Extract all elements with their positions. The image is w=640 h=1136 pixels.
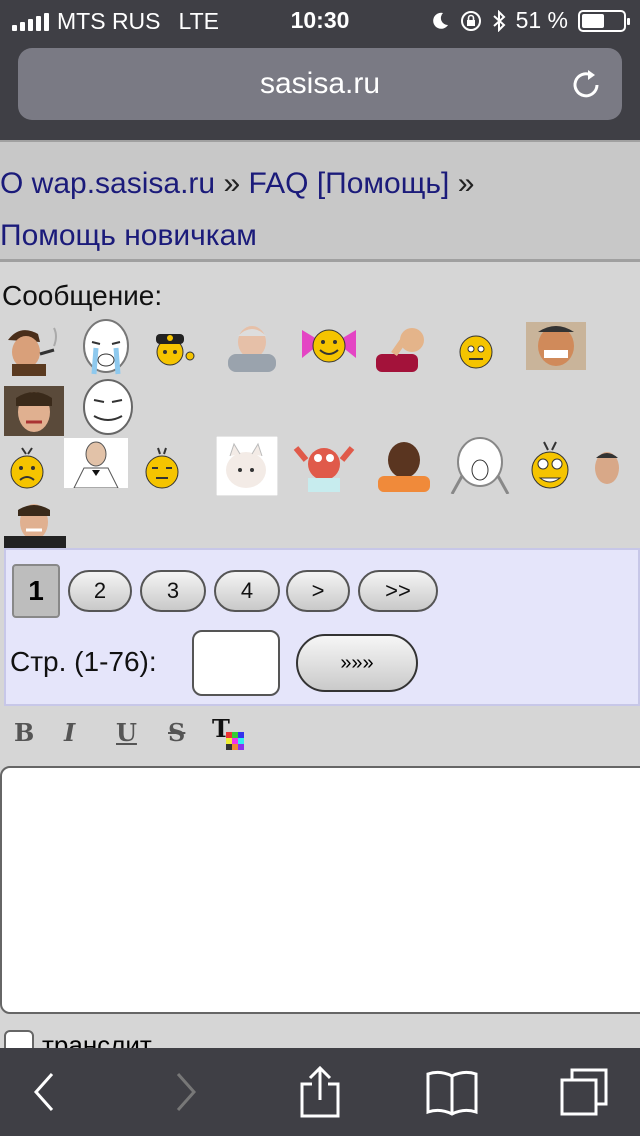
smiley-sherlock[interactable] xyxy=(4,320,62,376)
smiley-zoidberg[interactable] xyxy=(292,440,356,492)
message-label: Сообщение: xyxy=(2,280,163,311)
page-number-input[interactable] xyxy=(192,630,280,696)
smiley-police[interactable] xyxy=(150,328,198,368)
smiley-crying-meme[interactable] xyxy=(78,318,134,378)
rotation-lock-icon xyxy=(460,10,481,31)
smiley-skeptical-kid[interactable] xyxy=(374,438,432,492)
page-next-button[interactable]: > xyxy=(286,570,350,612)
smiley-wink[interactable] xyxy=(456,332,496,372)
tabs-icon[interactable] xyxy=(558,1066,610,1118)
breadcrumb-link-about[interactable]: О wap.sasisa.ru xyxy=(0,167,215,200)
message-textarea[interactable] xyxy=(0,766,640,1014)
smiley-laughing-man[interactable] xyxy=(526,322,586,370)
page-last-button[interactable]: >> xyxy=(358,570,438,612)
breadcrumb-link-faq[interactable]: FAQ [Помощь] xyxy=(248,167,449,200)
format-toolbar: B I U S T xyxy=(0,714,640,758)
status-bar: MTS RUS LTE 10:30 51 % xyxy=(0,0,640,40)
back-icon[interactable] xyxy=(32,1070,56,1114)
breadcrumb-separator: » xyxy=(223,167,241,200)
smiley-bow[interactable] xyxy=(300,324,358,368)
share-icon[interactable] xyxy=(296,1064,344,1120)
status-right: 51 % xyxy=(430,7,630,34)
page-button-2[interactable]: 2 xyxy=(68,570,132,612)
breadcrumb: О wap.sasisa.ru » FAQ [Помощь] » Помощь … xyxy=(0,140,640,262)
translit-label: транслит xyxy=(42,1030,152,1050)
reload-icon[interactable] xyxy=(570,68,604,102)
address-bar[interactable]: sasisa.ru xyxy=(18,48,622,120)
forward-icon[interactable] xyxy=(174,1070,198,1114)
italic-button[interactable]: I xyxy=(64,718,75,747)
smiley-harold[interactable] xyxy=(222,322,280,372)
underline-button[interactable]: U xyxy=(116,718,137,747)
text-color-button[interactable]: T xyxy=(212,714,244,750)
smiley-tuxedo-meme[interactable] xyxy=(64,438,128,488)
strikethrough-button[interactable]: S xyxy=(168,718,185,747)
page-button-3[interactable]: 3 xyxy=(140,570,206,612)
color-palette-icon xyxy=(226,732,244,750)
smiley-angry[interactable] xyxy=(6,444,50,492)
bluetooth-icon xyxy=(492,9,506,32)
address-text: sasisa.ru xyxy=(259,67,381,100)
translit-option[interactable]: транслит xyxy=(4,1030,152,1050)
breadcrumb-separator: » xyxy=(457,167,475,200)
battery-icon xyxy=(578,9,630,32)
smiley-sleepy[interactable] xyxy=(140,444,184,492)
smiley-sad-cat[interactable] xyxy=(216,436,278,496)
battery-percent: 51 % xyxy=(515,7,568,33)
browser-chrome: sasisa.ru xyxy=(0,40,640,140)
smiley-crazy[interactable] xyxy=(526,438,574,494)
smiley-troll-face[interactable] xyxy=(80,378,136,436)
bold-button[interactable]: B xyxy=(14,718,34,747)
smiley-cage[interactable] xyxy=(4,386,64,436)
browser-toolbar xyxy=(0,1048,640,1136)
breadcrumb-link-newbies[interactable]: Помощь новичкам xyxy=(0,219,257,252)
smiley-y-u-no[interactable] xyxy=(448,436,512,494)
bookmarks-icon[interactable] xyxy=(424,1068,480,1116)
smiley-cage-grin[interactable] xyxy=(4,502,66,548)
pagination-panel: 1 2 3 4 > >> Стр. (1-76): »»» xyxy=(4,548,640,706)
smiley-small-face[interactable] xyxy=(592,448,622,488)
page-current: 1 xyxy=(12,564,60,618)
page-button-4[interactable]: 4 xyxy=(214,570,280,612)
moon-icon xyxy=(432,12,448,29)
smiley-facepalm[interactable] xyxy=(374,324,434,372)
translit-checkbox[interactable] xyxy=(4,1030,34,1050)
page-range-label: Стр. (1-76): xyxy=(10,646,157,677)
page-go-button[interactable]: »»» xyxy=(296,634,418,692)
